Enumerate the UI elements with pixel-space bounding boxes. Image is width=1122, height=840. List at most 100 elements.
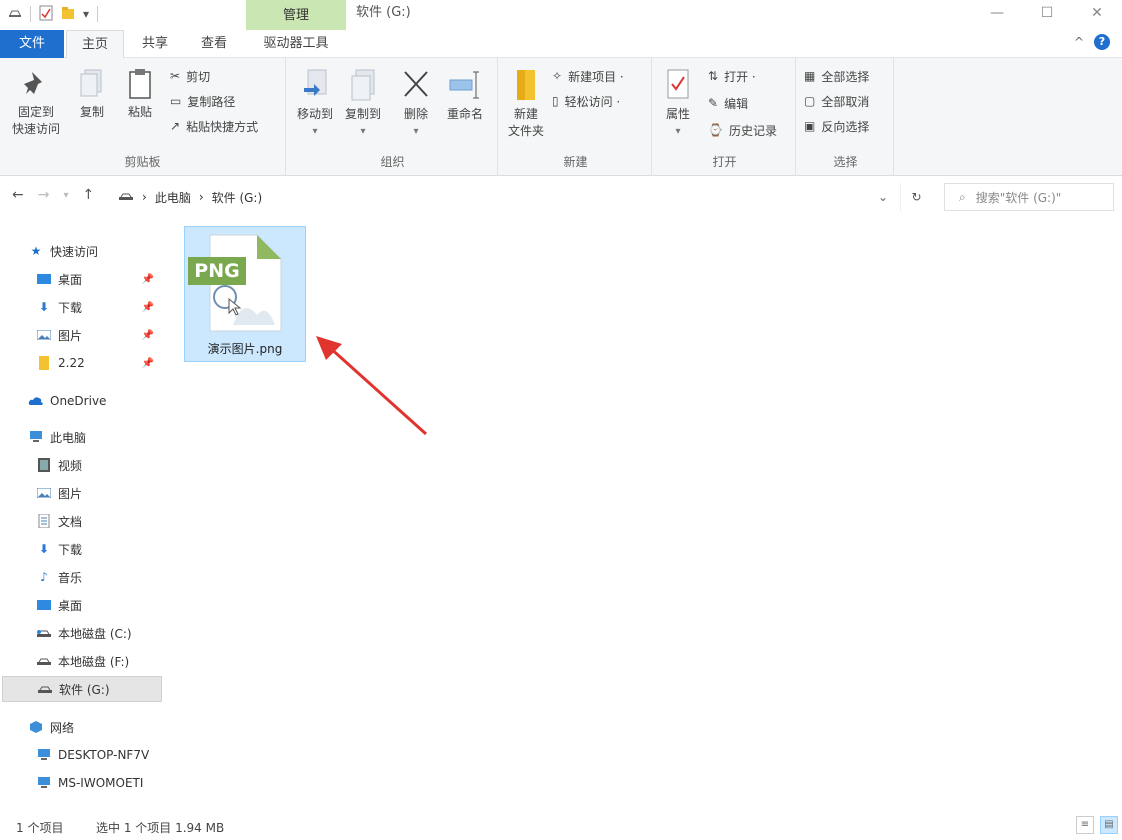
sidebar-item-desktop-nf7v[interactable]: DESKTOP-NF7V: [36, 742, 162, 768]
sidebar-item-pc-pictures[interactable]: 图片: [36, 480, 162, 506]
documents-icon: [36, 514, 52, 528]
sidebar-item-onedrive[interactable]: OneDrive: [28, 388, 162, 414]
up-arrow-icon[interactable]: ↑: [83, 187, 95, 205]
sidebar-item-drive-c[interactable]: 本地磁盘 (C:): [36, 620, 162, 646]
easy-access-icon: ▯: [552, 94, 559, 108]
sidebar-item-pc-desktop[interactable]: 桌面: [36, 592, 162, 618]
sidebar-item-pictures[interactable]: 图片 📌: [36, 322, 162, 348]
properties-icon[interactable]: [39, 5, 53, 24]
close-button[interactable]: ✕: [1072, 0, 1122, 26]
sidebar-item-drive-g[interactable]: 软件 (G:): [2, 676, 162, 702]
new-group-label: 新建: [563, 155, 588, 169]
sidebar-item-documents[interactable]: 文档: [36, 508, 162, 534]
computer-icon: [28, 431, 44, 443]
open-button[interactable]: ⇅ 打开 ·: [708, 66, 756, 86]
scissors-icon: ✂: [170, 69, 181, 83]
sidebar-item-music[interactable]: ♪ 音乐: [36, 564, 162, 590]
view-toggle: ≡ ▤: [1076, 816, 1118, 834]
edit-button[interactable]: ✎ 编辑: [708, 93, 748, 113]
sidebar-item-label: 文档: [58, 514, 83, 529]
sidebar-item-videos[interactable]: 视频: [36, 452, 162, 478]
paste-label: 粘贴: [127, 105, 152, 119]
select-group: ▦ 全部选择 ▢ 全部取消 ▣ 反向选择 选择: [798, 58, 894, 176]
minimize-button[interactable]: —: [972, 0, 1022, 26]
drive-icon[interactable]: [8, 7, 22, 21]
help-icon[interactable]: ?: [1094, 34, 1110, 50]
address-history-chevron-icon[interactable]: ⌄: [878, 190, 888, 204]
breadcrumb-this-pc[interactable]: 此电脑: [155, 189, 191, 206]
search-box[interactable]: ⌕ 搜索"软件 (G:)": [944, 183, 1114, 211]
easy-access-button[interactable]: ▯ 轻松访问 ·: [552, 91, 620, 111]
clipboard-group: 固定到 快速访问 复制 粘贴 ✂ 剪切 ▭ 复制路径 ↗ 粘贴快捷方式 剪贴板: [0, 58, 286, 176]
organize-group-label: 组织: [380, 155, 405, 169]
back-arrow-icon[interactable]: ←: [12, 187, 24, 205]
maximize-button[interactable]: ☐: [1022, 0, 1072, 26]
pin-icon[interactable]: 📌: [142, 358, 154, 369]
move-to-button[interactable]: 移动到 ▾: [292, 68, 338, 140]
tab-home[interactable]: 主页: [66, 30, 124, 58]
collapse-ribbon-icon[interactable]: ^: [1074, 35, 1084, 49]
drive-icon: [36, 656, 52, 666]
tab-manage[interactable]: 管理: [246, 0, 346, 31]
sidebar-item-this-pc[interactable]: 此电脑: [28, 424, 162, 450]
sidebar-item-desktop[interactable]: 桌面 📌: [36, 266, 162, 292]
open-icon: ⇅: [708, 69, 719, 83]
pin-quick-access-button[interactable]: 固定到 快速访问: [6, 68, 66, 138]
pin-icon[interactable]: 📌: [142, 274, 154, 285]
select-none-button[interactable]: ▢ 全部取消: [804, 91, 869, 111]
tab-share[interactable]: 共享: [130, 30, 180, 58]
breadcrumb-separator-icon[interactable]: ›: [142, 190, 147, 204]
copy-to-label: 复制到: [344, 107, 381, 121]
copy-to-button[interactable]: 复制到 ▾: [340, 68, 386, 140]
new-item-button[interactable]: ✧ 新建项目 ·: [552, 66, 624, 86]
download-icon: ⬇: [38, 300, 50, 314]
selection-info: 选中 1 个项目 1.94 MB: [96, 821, 225, 835]
large-icons-view-icon[interactable]: ▤: [1100, 816, 1118, 834]
sidebar-item-pc-downloads[interactable]: ⬇ 下载: [36, 536, 162, 562]
breadcrumb-separator-icon[interactable]: ›: [199, 190, 204, 204]
rename-button[interactable]: 重命名: [440, 68, 490, 123]
file-item[interactable]: PNG 演示图片.png: [184, 226, 306, 362]
tab-file[interactable]: 文件: [0, 30, 64, 58]
address-bar[interactable]: › 此电脑 › 软件 (G:) ⌄: [112, 183, 896, 211]
forward-arrow-icon[interactable]: →: [38, 187, 50, 205]
cut-button[interactable]: ✂ 剪切: [170, 66, 210, 86]
sidebar-item-quick-access[interactable]: ★ 快速访问: [28, 238, 162, 264]
refresh-button[interactable]: ↻: [900, 183, 932, 211]
history-button[interactable]: ⌚ 历史记录: [708, 120, 777, 140]
paste-button[interactable]: 粘贴: [118, 68, 162, 121]
status-bar: 1 个项目 选中 1 个项目 1.94 MB ≡ ▤: [0, 812, 1122, 840]
new-folder-icon[interactable]: [61, 6, 75, 23]
sidebar-item-downloads[interactable]: ⬇ 下载 📌: [36, 294, 162, 320]
window-controls: — ☐ ✕: [972, 0, 1122, 26]
sidebar-item-network[interactable]: 网络: [28, 714, 162, 740]
sidebar-item-label: 快速访问: [50, 244, 99, 259]
copy-path-button[interactable]: ▭ 复制路径: [170, 91, 235, 111]
delete-button[interactable]: 删除 ▾: [396, 68, 436, 140]
ribbon: 固定到 快速访问 复制 粘贴 ✂ 剪切 ▭ 复制路径 ↗ 粘贴快捷方式 剪贴板 …: [0, 58, 1122, 176]
select-all-button[interactable]: ▦ 全部选择: [804, 66, 869, 86]
sidebar-item-drive-f[interactable]: 本地磁盘 (F:): [36, 648, 162, 674]
sidebar-item-folder-2-22[interactable]: 2.22 📌: [36, 350, 162, 376]
new-folder-button[interactable]: 新建 文件夹: [504, 68, 548, 140]
pin-icon[interactable]: 📌: [142, 330, 154, 341]
paste-shortcut-button[interactable]: ↗ 粘贴快捷方式: [170, 116, 258, 136]
tab-view[interactable]: 查看: [188, 30, 240, 58]
invert-selection-button[interactable]: ▣ 反向选择: [804, 116, 869, 136]
history-icon: ⌚: [708, 123, 723, 137]
customize-toolbar-icon[interactable]: ▾: [83, 7, 89, 21]
recent-locations-icon[interactable]: ▾: [63, 187, 68, 205]
properties-button[interactable]: 属性 ▾: [658, 68, 698, 140]
new-folder-label: 新建 文件夹: [507, 107, 544, 138]
tab-drive-tools[interactable]: 驱动器工具: [250, 30, 342, 58]
pin-icon[interactable]: 📌: [142, 302, 154, 313]
copy-button[interactable]: 复制: [70, 68, 114, 121]
cloud-icon: [28, 396, 44, 406]
sidebar-item-ms-iwomoeti[interactable]: MS-IWOMOETI: [36, 770, 162, 796]
sidebar-item-label: 本地磁盘 (C:): [58, 626, 132, 641]
breadcrumb-drive-g[interactable]: 软件 (G:): [212, 189, 263, 206]
details-view-icon[interactable]: ≡: [1076, 816, 1094, 834]
file-name-label: 演示图片.png: [207, 342, 283, 356]
clipboard-group-label: 剪贴板: [124, 155, 161, 169]
invert-selection-label: 反向选择: [821, 119, 870, 134]
